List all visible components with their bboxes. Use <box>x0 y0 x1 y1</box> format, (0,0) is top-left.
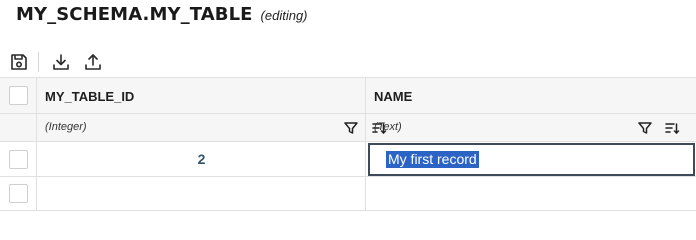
download-button[interactable] <box>47 48 75 76</box>
row-select-cell <box>0 177 37 211</box>
select-all-checkbox[interactable] <box>8 86 28 105</box>
cell-my-table-id[interactable]: 2 <box>37 142 366 177</box>
column-type-my-table-id: (Integer) <box>37 114 387 142</box>
editing-status: (editing) <box>260 8 308 23</box>
new-row <box>0 177 696 211</box>
toolbar-divider <box>38 52 39 72</box>
type-row-spacer <box>0 114 37 142</box>
column-name: MY_TABLE_ID <box>45 89 135 104</box>
empty-cell[interactable] <box>37 177 366 211</box>
column-type-row: (Integer) (Text) <box>0 114 696 142</box>
column-type: (Integer) <box>45 121 87 133</box>
column-type-name: (Text) <box>366 114 696 142</box>
row-checkbox[interactable] <box>8 149 28 169</box>
data-grid: MY_TABLE_ID NAME (Integer) (Text) 2 My f… <box>0 77 696 224</box>
filter-icon[interactable] <box>342 119 360 137</box>
empty-cell[interactable] <box>366 177 696 211</box>
save-icon <box>11 54 27 70</box>
header-row: MY_TABLE_ID NAME <box>0 77 696 114</box>
filter-icon[interactable] <box>636 119 654 137</box>
column-type: (Text) <box>374 121 402 133</box>
download-icon <box>53 54 69 70</box>
cell-value: 2 <box>197 151 206 167</box>
table-row: 2 My first record <box>0 142 696 177</box>
column-header-my-table-id[interactable]: MY_TABLE_ID <box>37 78 366 114</box>
page-title: MY_SCHEMA.MY_TABLE <box>16 4 253 25</box>
column-name: NAME <box>374 89 413 104</box>
row-checkbox[interactable] <box>8 184 28 203</box>
cell-editor-input[interactable]: My first record <box>368 143 695 176</box>
title-bar: MY_SCHEMA.MY_TABLE (editing) <box>16 4 308 30</box>
selected-text: My first record <box>386 151 479 168</box>
upload-icon <box>85 54 101 70</box>
column-header-name[interactable]: NAME <box>366 78 696 114</box>
row-select-cell <box>0 142 37 177</box>
sort-icon[interactable] <box>663 119 681 137</box>
select-all-cell <box>0 78 37 114</box>
cell-name[interactable]: My first record <box>366 142 696 177</box>
save-button[interactable] <box>5 48 33 76</box>
upload-button[interactable] <box>79 48 107 76</box>
